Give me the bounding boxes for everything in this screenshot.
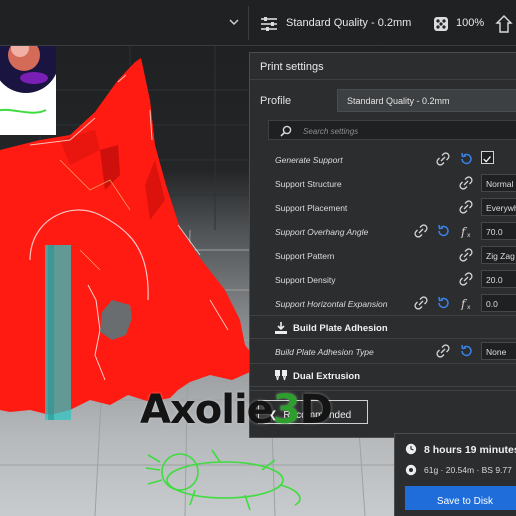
setting-label: Support Structure: [275, 179, 342, 189]
sliders-icon[interactable]: [260, 15, 278, 33]
save-to-disk-button[interactable]: Save to Disk: [405, 486, 516, 510]
watermark: Axolie3D: [140, 387, 333, 433]
setting-row-build-plate-adhesion-type[interactable]: Build Plate Adhesion Type None: [250, 339, 516, 363]
function-icon[interactable]: f x: [459, 224, 473, 238]
print-settings-panel: Print settings Profile Standard Quality …: [249, 52, 516, 438]
support-structure-select[interactable]: Normal: [481, 174, 516, 192]
material-estimate: 61g · 20.54m · BS 9.77: [424, 465, 512, 475]
print-time: 8 hours 19 minutes: [424, 444, 516, 456]
link-icon[interactable]: [436, 152, 450, 166]
support-icon[interactable]: [494, 14, 514, 34]
axolotl-icon: [145, 449, 301, 511]
toolbar-divider: [248, 6, 249, 40]
svg-text:x: x: [467, 232, 471, 238]
setting-row-support-overhang-angle[interactable]: Support Overhang Angle f x 70.0: [250, 219, 516, 243]
setting-label: Support Horizontal Expansion: [275, 299, 388, 309]
setting-row-support-horizontal-expansion[interactable]: Support Horizontal Expansion f x 0.0: [250, 291, 516, 315]
print-profile-label[interactable]: Standard Quality - 0.2mm: [286, 17, 411, 29]
watermark-accent: 3: [272, 387, 301, 433]
svg-text:x: x: [467, 304, 471, 310]
setting-row-support-pattern[interactable]: Support Pattern Zig Zag: [250, 243, 516, 267]
print-estimate-panel: 8 hours 19 minutes 61g · 20.54m · BS 9.7…: [394, 433, 516, 516]
adhesion-icon: [275, 322, 287, 334]
setting-row-support-structure[interactable]: Support Structure Normal: [250, 171, 516, 195]
chevron-down-icon[interactable]: [228, 15, 240, 29]
divider: [250, 79, 516, 80]
section-label: Dual Extrusion: [293, 371, 361, 382]
setting-row-support-density[interactable]: Support Density 20.0: [250, 267, 516, 291]
setting-row-generate-support[interactable]: Generate Support: [250, 147, 516, 171]
setting-label: Support Density: [275, 275, 336, 285]
search-icon: [280, 125, 292, 137]
profile-label: Profile: [260, 95, 292, 107]
support-placement-select[interactable]: Everywhere: [481, 198, 516, 216]
infill-icon[interactable]: [432, 15, 450, 33]
link-icon[interactable]: [459, 200, 473, 214]
function-icon[interactable]: f x: [459, 296, 473, 310]
support-density-input[interactable]: 20.0: [481, 270, 516, 288]
reset-icon[interactable]: [436, 224, 450, 238]
section-label: Build Plate Adhesion: [293, 323, 388, 334]
watermark-end: D: [299, 387, 333, 433]
support-pattern-select[interactable]: Zig Zag: [481, 246, 516, 264]
link-icon[interactable]: [414, 224, 428, 238]
top-toolbar: Standard Quality - 0.2mm 100%: [0, 0, 516, 46]
support-overhang-angle-input[interactable]: 70.0: [481, 222, 516, 240]
link-icon[interactable]: [436, 344, 450, 358]
watermark-text: Axolie: [140, 387, 274, 433]
reset-icon[interactable]: [459, 344, 473, 358]
profile-dropdown[interactable]: Standard Quality - 0.2mm: [337, 89, 516, 112]
clock-icon: [405, 443, 417, 455]
link-icon[interactable]: [414, 296, 428, 310]
setting-label: Generate Support: [275, 155, 343, 165]
search-input[interactable]: [303, 124, 503, 138]
section-build-plate-adhesion[interactable]: Build Plate Adhesion: [250, 315, 516, 339]
section-dual-extrusion[interactable]: Dual Extrusion: [250, 363, 516, 387]
search-box[interactable]: [268, 120, 516, 140]
reset-icon[interactable]: [436, 296, 450, 310]
adhesion-type-select[interactable]: None: [481, 342, 516, 360]
reset-icon[interactable]: [459, 152, 473, 166]
link-icon[interactable]: [459, 176, 473, 190]
setting-label: Support Pattern: [275, 251, 335, 261]
spool-icon: [405, 464, 417, 476]
infill-value[interactable]: 100%: [456, 17, 484, 29]
check-icon: [483, 156, 491, 163]
generate-support-checkbox[interactable]: [481, 151, 494, 164]
setting-label: Support Placement: [275, 203, 348, 213]
setting-label: Support Overhang Angle: [275, 227, 369, 237]
link-icon[interactable]: [459, 272, 473, 286]
setting-row-support-placement[interactable]: Support Placement Everywhere: [250, 195, 516, 219]
setting-label: Build Plate Adhesion Type: [275, 347, 374, 357]
dual-extrusion-icon: [275, 370, 287, 381]
link-icon[interactable]: [459, 248, 473, 262]
support-horizontal-expansion-input[interactable]: 0.0: [481, 294, 516, 312]
panel-title: Print settings: [260, 61, 324, 73]
